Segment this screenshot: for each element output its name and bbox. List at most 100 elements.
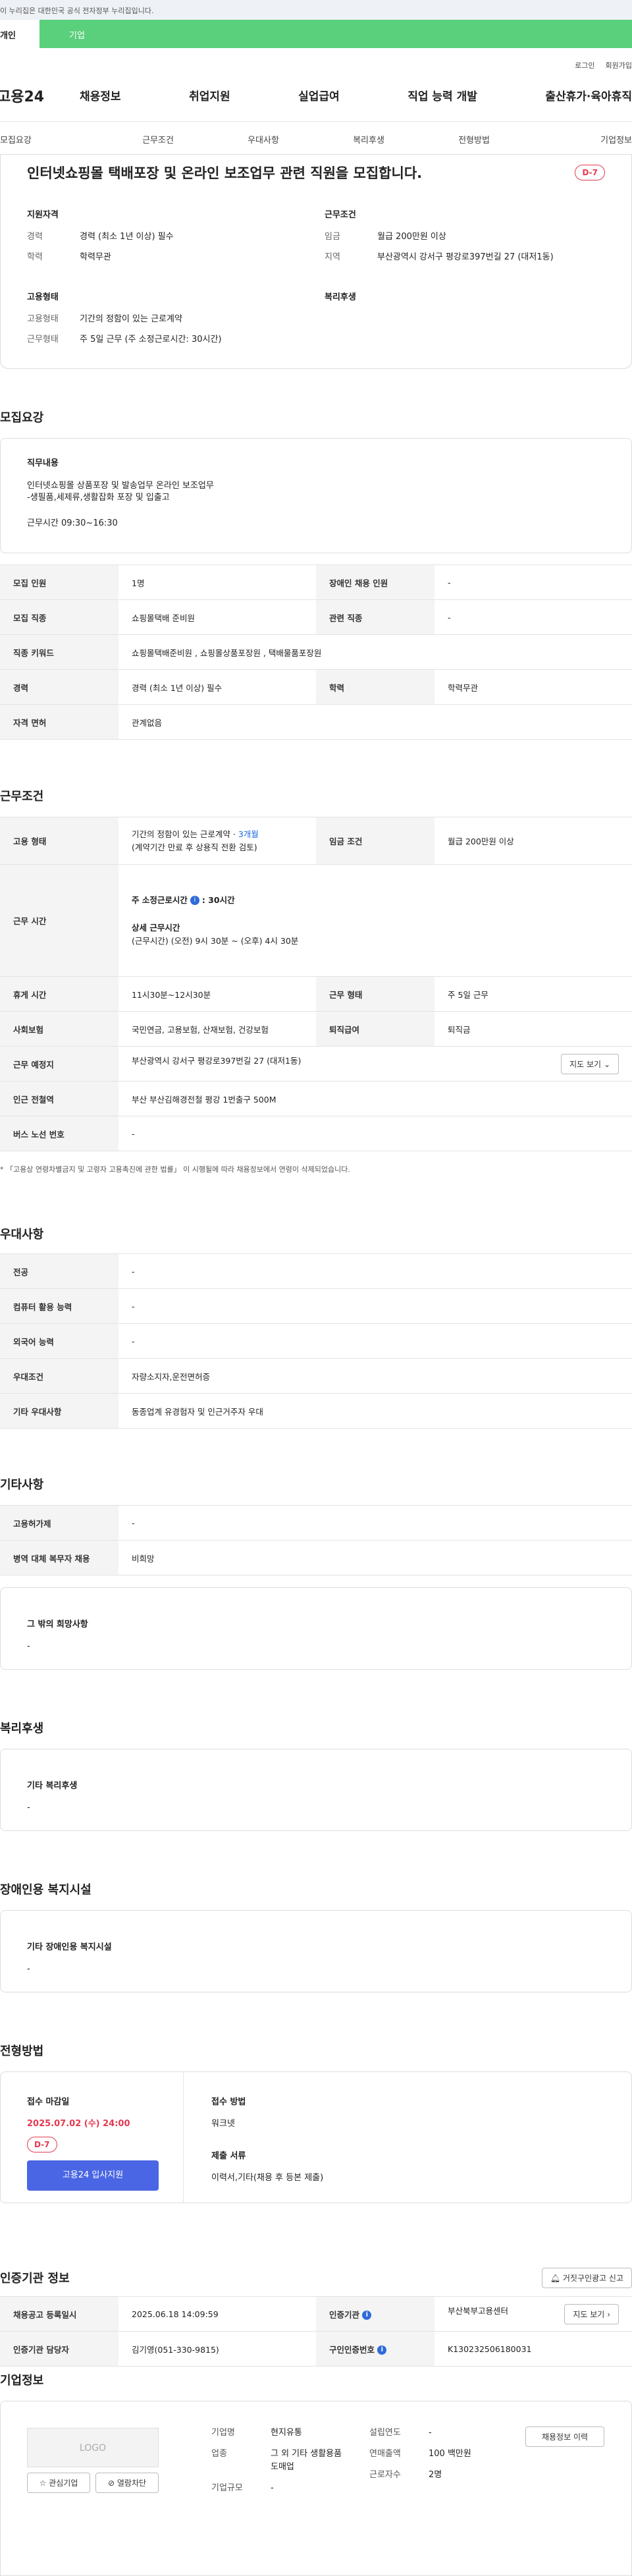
- cell-label: 퇴직급여: [316, 1011, 434, 1047]
- label: 근로자수: [369, 2470, 401, 2480]
- cell-label: 인근 전철역: [0, 1081, 118, 1116]
- cell-value: 1명: [118, 564, 316, 600]
- place-value: 부산광역시 강서구 평강로397번길 27 (대저1동): [132, 1055, 302, 1066]
- section-title-disab: 장애인용 복지시설: [0, 1883, 92, 1897]
- cell-value: 관계없음: [118, 704, 632, 740]
- gnb-item[interactable]: 취업지원: [189, 87, 230, 103]
- method-value: 워크넷: [211, 2119, 235, 2129]
- subnav-item[interactable]: 복리후생: [316, 122, 421, 154]
- chevron-down-icon: ⌄: [603, 1059, 610, 1069]
- cell-label: 경력: [0, 669, 118, 705]
- method-head: 접수 방법: [211, 2097, 246, 2107]
- table-row: 자격 면허 관계없음: [0, 704, 632, 740]
- subnav-item[interactable]: 전형방법: [421, 122, 527, 154]
- value: 그 외 기타 생활용품 도매업: [271, 2449, 342, 2472]
- deadline: 2025.07.02 (수) 24:00: [27, 2119, 130, 2129]
- table-row: 전공 -: [0, 1253, 632, 1289]
- subnav-item[interactable]: 모집요강: [0, 122, 105, 154]
- cell-label: 인증기관 담당자: [0, 2331, 118, 2367]
- section-title-pref: 우대사항: [0, 1228, 44, 1242]
- time-detail: (근무시간) (오전) 9시 30분 ~ (오후) 4시 30분: [132, 935, 299, 946]
- cell-value: 비희망: [118, 1540, 632, 1576]
- docs-head: 제출 서류: [211, 2151, 246, 2161]
- table-row: 기타 우대사항 동종업계 유경험자 및 인근거주자 우대: [0, 1393, 632, 1429]
- table-row: 모집 직종 쇼핑몰택배 준비원 관련 직종 -: [0, 599, 632, 635]
- table-row: 고용허가제 -: [0, 1505, 632, 1541]
- gnb-menu: 채용정보 취업지원 실업급여 직업 능력 개발 출산휴가·육아휴직: [80, 87, 632, 103]
- cell-value: 김기영(051-330-9815): [118, 2331, 316, 2367]
- block-button[interactable]: ⊘ 열람차단: [95, 2473, 159, 2493]
- cell-value: 동종업계 유경험자 및 인근거주자 우대: [118, 1393, 632, 1429]
- gnb-item[interactable]: 직업 능력 개발: [408, 87, 477, 103]
- etc-table: 고용허가제 - 병역 대체 복무자 채용 비희망: [0, 1505, 632, 1576]
- cell-value: -: [118, 1253, 632, 1289]
- no-label: 구인인증번호: [329, 2344, 375, 2355]
- table-row: 사회보험 국민연금, 고용보험, 산재보험, 건강보험 퇴직급여 퇴직금: [0, 1011, 632, 1047]
- cell-label: 구인인증번호 i: [316, 2331, 434, 2367]
- disab-card: 기타 장애인용 복지시설 -: [0, 1910, 632, 1992]
- label: 설립연도: [369, 2428, 401, 2438]
- etc-box-head: 그 밖의 희망사항: [27, 1620, 88, 1630]
- map-button[interactable]: 지도 보기 ⌄: [561, 1053, 619, 1074]
- info-icon[interactable]: i: [190, 896, 199, 905]
- info-icon[interactable]: i: [377, 2345, 387, 2355]
- gov-banner: 이 누리집은 대한민국 공식 전자정부 누리집입니다.: [0, 0, 632, 20]
- table-row: 직종 키워드 쇼핑몰택배준비원 , 쇼핑몰상품포장원 , 택배물품포장원: [0, 634, 632, 670]
- gnb-item[interactable]: 출산휴가·육아휴직: [545, 87, 632, 103]
- table-row: 고용 형태 기간의 정함이 있는 근로계약 · 3개월 (계약기간 만료 후 상용…: [0, 817, 632, 865]
- site-logo[interactable]: 고용24: [0, 85, 80, 106]
- emp-months: 3개월: [238, 829, 259, 839]
- history-button[interactable]: 채용정보 이력: [525, 2426, 604, 2447]
- section-title-company: 기업정보: [0, 2374, 44, 2388]
- map-button-label: 지도 보기: [569, 1059, 602, 1069]
- cell-label: 우대조건: [0, 1358, 118, 1394]
- org-label: 인증기관: [329, 2309, 360, 2320]
- etc-box-value: -: [27, 1641, 30, 1651]
- fav-label: 관심기업: [49, 2479, 78, 2488]
- tab-company[interactable]: 기업: [40, 20, 632, 48]
- cell-value: 주 소정근로시간 i : 30시간 상세 근무시간 (근무시간) (오전) 9시…: [118, 864, 632, 977]
- cell-value: -: [118, 1288, 632, 1324]
- join-link[interactable]: 회원가입: [606, 60, 632, 70]
- table-row: 컴퓨터 활용 능력 -: [0, 1288, 632, 1324]
- deadline-block: 접수 마감일 2025.07.02 (수) 24:00 D-7 고용24 입사지…: [27, 2095, 185, 2191]
- chevron-right-icon: ›: [607, 2309, 610, 2319]
- cell-label: 근무 예정지: [0, 1046, 118, 1082]
- cell-value: -: [118, 1116, 632, 1151]
- section-title-etc: 기타사항: [0, 1478, 44, 1492]
- info-icon[interactable]: i: [362, 2311, 372, 2320]
- cell-label: 임금 조건: [316, 817, 434, 865]
- subnav-item[interactable]: 근무조건: [105, 122, 211, 154]
- login-link[interactable]: 로그인: [575, 60, 594, 70]
- value: -: [271, 2483, 274, 2493]
- emp-head: 고용형태: [27, 292, 59, 302]
- label: 임금: [325, 232, 340, 242]
- qual-head: 지원자격: [27, 210, 59, 220]
- cell-label: 병역 대체 복무자 채용: [0, 1540, 118, 1576]
- cond-head: 근무조건: [325, 210, 356, 220]
- map-button-label: 지도 보기: [573, 2309, 605, 2319]
- company-card: LOGO ☆ 관심기업 ⊘ 열람차단 기업명 현지유통 업종 그 외 기타 생활용품…: [0, 2401, 632, 2576]
- table-row: 병역 대체 복무자 채용 비희망: [0, 1540, 632, 1576]
- cell-label: 자격 면허: [0, 704, 118, 740]
- table-row: 휴게 시간 11시30분~12시30분 근무 형태 주 5일 근무: [0, 976, 632, 1012]
- cell-label: 컴퓨터 활용 능력: [0, 1288, 118, 1324]
- value: 학력무관: [80, 252, 111, 262]
- label: 경력: [27, 232, 43, 242]
- block-icon: ⊘: [107, 2479, 115, 2488]
- map-button[interactable]: 지도 보기 ›: [564, 2303, 619, 2324]
- cell-value: 2025.06.18 14:09:59: [118, 2296, 316, 2332]
- cell-value: 부산광역시 강서구 평강로397번길 27 (대저1동) 지도 보기 ⌄: [118, 1046, 632, 1082]
- report-button[interactable]: 🔔︎ 거짓구인광고 신고: [541, 2268, 632, 2288]
- gnb-item[interactable]: 채용정보: [80, 87, 121, 103]
- table-row: 근무 예정지 부산광역시 강서구 평강로397번길 27 (대저1동) 지도 보기 …: [0, 1046, 632, 1082]
- subnav-item[interactable]: 기업정보: [527, 122, 632, 154]
- sub-nav: 모집요강 근무조건 우대사항 복리후생 전형방법 기업정보: [0, 122, 632, 155]
- section-title-recruit: 모집요강: [0, 411, 44, 425]
- apply-button[interactable]: 고용24 입사지원: [27, 2160, 159, 2191]
- star-icon: ☆: [39, 2479, 47, 2488]
- subnav-item[interactable]: 우대사항: [211, 122, 316, 154]
- favorite-button[interactable]: ☆ 관심기업: [27, 2473, 90, 2493]
- tab-personal[interactable]: 개인: [0, 20, 40, 48]
- gnb-item[interactable]: 실업급여: [298, 87, 340, 103]
